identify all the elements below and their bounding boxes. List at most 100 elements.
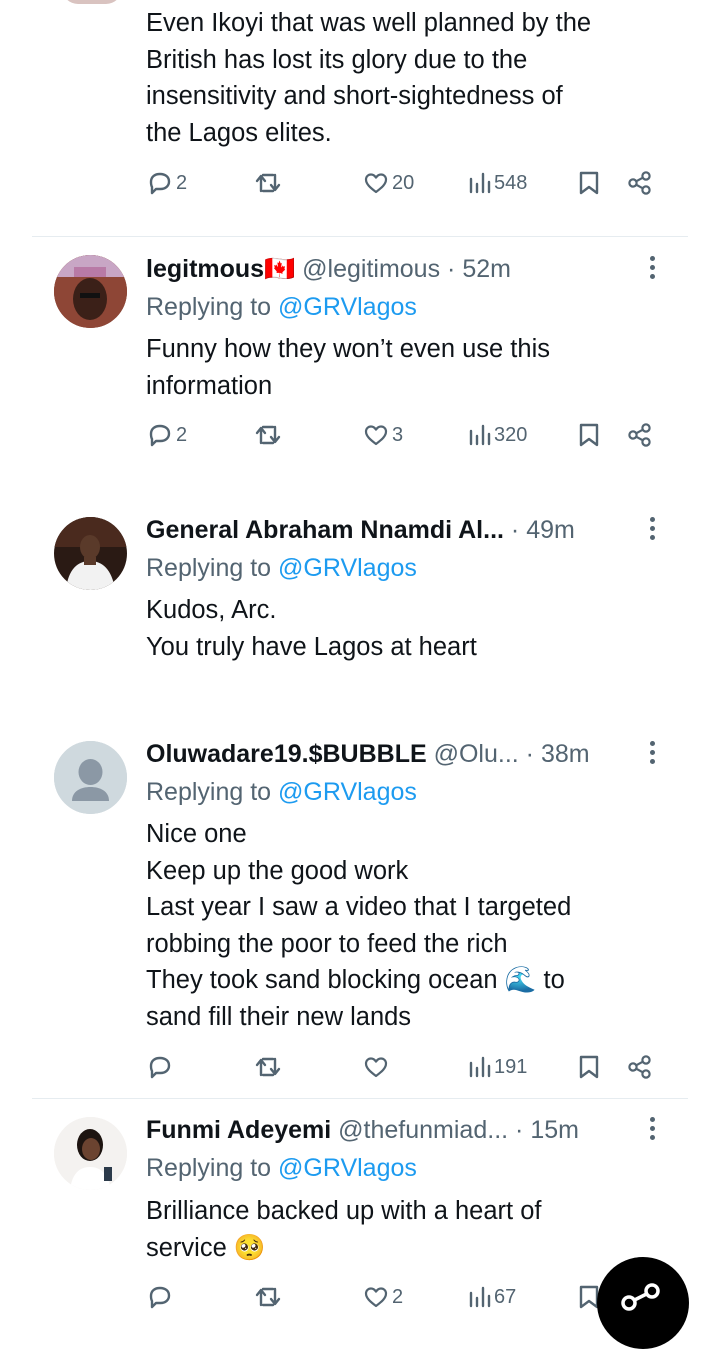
- retweet-icon: [255, 1057, 281, 1077]
- tweet-header: legitmous🇨🇦 @legitimous · 52m: [146, 251, 636, 287]
- more-icon: [649, 741, 655, 746]
- separator-dot: ·: [510, 516, 520, 544]
- reply-count: 2: [176, 423, 188, 446]
- retweet-icon: [255, 173, 281, 193]
- views-icon: [469, 1286, 491, 1308]
- retweet-button[interactable]: [253, 1277, 285, 1317]
- reply-button[interactable]: [146, 1277, 176, 1317]
- views-button[interactable]: 548: [468, 163, 527, 203]
- views-button[interactable]: 320: [468, 415, 527, 455]
- share-button[interactable]: [626, 163, 654, 203]
- reply-button[interactable]: 2: [146, 415, 187, 455]
- views-button[interactable]: 191: [468, 1047, 527, 1087]
- avatar[interactable]: [54, 1117, 127, 1190]
- like-button[interactable]: 20: [362, 163, 414, 203]
- tweet-header: General Abraham Nnamdi Al... · 49m: [146, 512, 636, 548]
- share-icon: [628, 1055, 651, 1079]
- views-button[interactable]: 67: [468, 1277, 516, 1317]
- like-count: 20: [392, 171, 415, 194]
- more-icon: [649, 256, 655, 261]
- reply-handle-link[interactable]: @GRVlagos: [278, 778, 417, 806]
- timestamp[interactable]: 38m: [541, 740, 590, 768]
- reply-icon: [149, 424, 171, 447]
- share-fab-icon: [621, 1283, 660, 1311]
- views-count: 191: [494, 1055, 528, 1078]
- username[interactable]: @Olu...: [434, 740, 519, 768]
- like-count: 2: [392, 1285, 404, 1308]
- avatar[interactable]: [54, 741, 127, 814]
- like-button[interactable]: [362, 1047, 392, 1087]
- reply-handle-link[interactable]: @GRVlagos: [278, 1154, 417, 1182]
- avatar-image: [54, 1117, 127, 1190]
- heart-icon: [364, 425, 388, 446]
- reply-handle-link[interactable]: @GRVlagos: [278, 293, 417, 321]
- retweet-icon: [255, 425, 281, 445]
- reply-icon: [149, 1286, 171, 1309]
- default-avatar-icon: [54, 741, 127, 814]
- tweet-text: Kudos, Arc. You truly have Lagos at hear…: [146, 596, 477, 661]
- username[interactable]: @legitimous: [302, 255, 440, 283]
- display-name[interactable]: legitmous🇨🇦: [146, 255, 295, 283]
- share-button[interactable]: [626, 415, 654, 455]
- timestamp[interactable]: 52m: [462, 255, 511, 283]
- like-button[interactable]: 2: [362, 1277, 403, 1317]
- views-count: 548: [494, 171, 528, 194]
- like-button[interactable]: 3: [362, 415, 403, 455]
- share-icon: [628, 171, 651, 195]
- display-name[interactable]: General Abraham Nnamdi Al...: [146, 516, 504, 544]
- like-count: 3: [392, 423, 404, 446]
- retweet-icon: [255, 1287, 281, 1307]
- reply-button[interactable]: 2: [146, 163, 187, 203]
- share-icon: [628, 423, 651, 447]
- display-name[interactable]: Oluwadare19.$BUBBLE: [146, 740, 427, 768]
- retweet-button[interactable]: [253, 415, 285, 455]
- views-icon: [469, 424, 491, 446]
- username[interactable]: @thefunmiad...: [338, 1116, 508, 1144]
- separator-dot: ·: [515, 1116, 524, 1144]
- retweet-button[interactable]: [253, 1047, 285, 1087]
- divider: [32, 1098, 688, 1099]
- views-icon: [469, 1056, 491, 1078]
- separator-dot: ·: [447, 255, 456, 283]
- reply-icon: [149, 172, 171, 195]
- more-icon: [649, 517, 655, 522]
- tweet-text: Brilliance backed up with a heart of ser…: [146, 1197, 542, 1262]
- bookmark-button[interactable]: [578, 163, 600, 203]
- timestamp[interactable]: 49m: [526, 516, 575, 544]
- avatar-image: [54, 255, 127, 328]
- share-fab-button[interactable]: [597, 1257, 689, 1349]
- tweet-header: Funmi Adeyemi @thefunmiad... · 15m: [146, 1112, 636, 1148]
- more-button[interactable]: [644, 1114, 660, 1148]
- heart-icon: [364, 1057, 388, 1078]
- views-count: 67: [494, 1285, 517, 1308]
- heart-icon: [364, 1287, 388, 1308]
- replying-to: Replying to @GRVlagos: [146, 1154, 417, 1182]
- avatar[interactable]: [54, 517, 127, 590]
- avatar[interactable]: [62, 0, 122, 4]
- bookmark-button[interactable]: [578, 415, 600, 455]
- share-button[interactable]: [626, 1047, 654, 1087]
- reply-count: 2: [176, 171, 188, 194]
- bookmark-icon: [579, 423, 599, 447]
- display-name[interactable]: Funmi Adeyemi: [146, 1116, 331, 1144]
- more-button[interactable]: [644, 738, 660, 772]
- bookmark-icon: [579, 171, 599, 195]
- reply-button[interactable]: [146, 1047, 176, 1087]
- retweet-button[interactable]: [253, 163, 285, 203]
- replying-to: Replying to @GRVlagos: [146, 778, 417, 806]
- more-button[interactable]: [644, 514, 660, 548]
- action-bar: 191: [0, 1047, 720, 1087]
- tweet-header: Oluwadare19.$BUBBLE @Olu... · 38m: [146, 736, 636, 772]
- timestamp[interactable]: 15m: [530, 1116, 579, 1144]
- bookmark-button[interactable]: [578, 1047, 600, 1087]
- separator-dot: ·: [525, 740, 534, 768]
- replying-to: Replying to @GRVlagos: [146, 293, 417, 321]
- avatar[interactable]: [54, 255, 127, 328]
- more-button[interactable]: [644, 253, 660, 287]
- reply-icon: [149, 1056, 171, 1079]
- tweet-text: Funny how they won’t even use this infor…: [146, 335, 550, 400]
- bookmark-icon: [579, 1055, 599, 1079]
- replying-to: Replying to @GRVlagos: [146, 554, 417, 582]
- reply-handle-link[interactable]: @GRVlagos: [278, 554, 417, 582]
- action-bar: 2 20 548: [0, 163, 720, 203]
